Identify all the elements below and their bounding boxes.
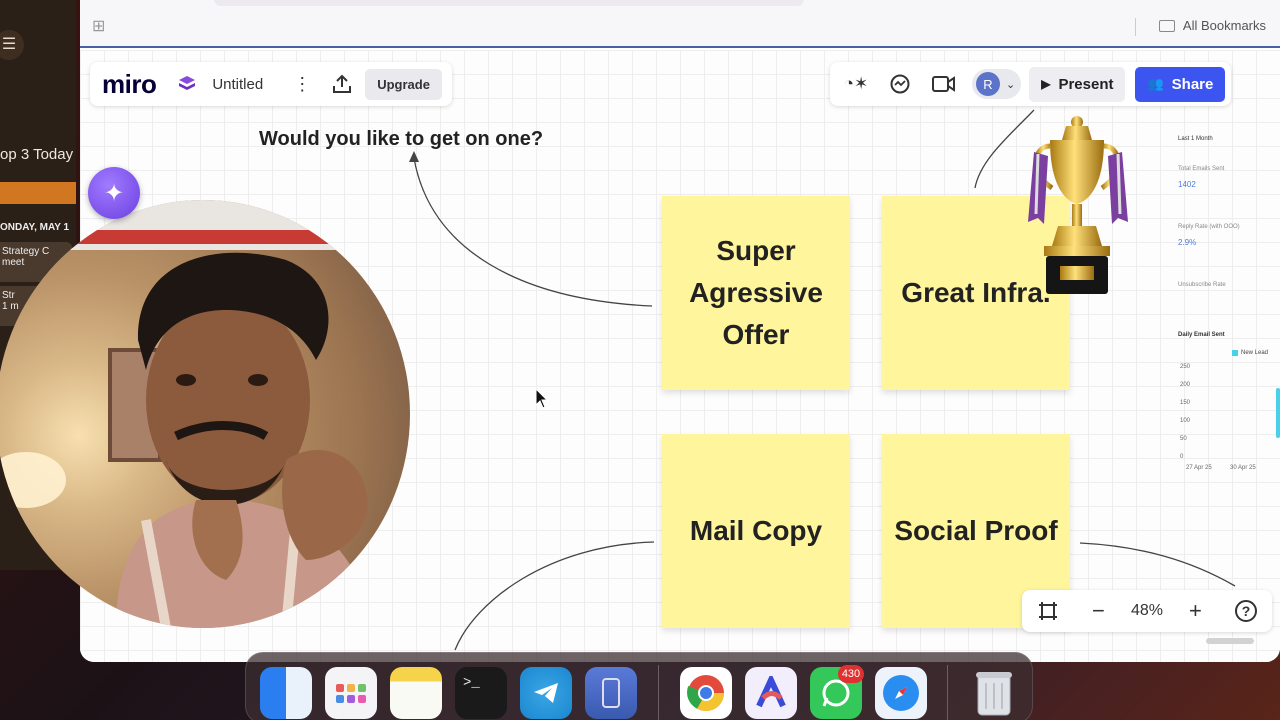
help-icon[interactable]: ? [1228, 594, 1264, 628]
dashboard-scrollbar[interactable] [1276, 388, 1280, 438]
chart-legend: New Lead [1232, 350, 1268, 356]
event-sub: meet [2, 257, 25, 268]
address-bar[interactable] [214, 0, 804, 6]
upgrade-button[interactable]: Upgrade [365, 68, 442, 100]
y-tick: 150 [1180, 400, 1191, 406]
y-tick: 50 [1180, 436, 1187, 442]
x-tick: 27 Apr 25 [1186, 465, 1212, 471]
miro-logo[interactable]: miro [102, 69, 157, 100]
safari-icon[interactable] [875, 667, 927, 719]
trash-icon[interactable] [968, 667, 1020, 719]
y-tick: 100 [1180, 418, 1191, 424]
more-options-icon[interactable]: ⋮ [285, 67, 319, 101]
simulator-icon[interactable] [585, 667, 637, 719]
presenter-video [0, 200, 410, 628]
y-tick: 250 [1180, 364, 1191, 370]
telegram-icon[interactable] [520, 667, 572, 719]
zoom-in-button[interactable]: + [1177, 594, 1213, 628]
dock-divider [947, 665, 948, 720]
collaboration-panel: ◔✶ R ⌄ ▶ Present 👥 Share [830, 62, 1232, 106]
horizontal-scrollbar[interactable] [1206, 638, 1254, 644]
macos-dock: >_ 430 [245, 652, 1033, 720]
launchpad-icon[interactable] [325, 667, 377, 719]
folder-icon [1158, 19, 1175, 32]
event-sub: 1 m [2, 301, 19, 312]
metric-value: 2.9% [1178, 238, 1197, 247]
zoom-out-button[interactable]: − [1080, 594, 1116, 628]
collaborators-dropdown[interactable]: R ⌄ [972, 69, 1022, 99]
zoom-controls: − 48% + ? [1022, 590, 1272, 632]
sparkle-icon: ✦ [103, 179, 125, 207]
metric-card: Reply Rate (with OOO) 2.9% [1172, 220, 1280, 264]
trophy-image[interactable] [1020, 114, 1136, 304]
reactions-icon[interactable]: ◔✶ [836, 67, 876, 101]
ai-assist-button[interactable]: ✦ [88, 167, 140, 219]
sticky-note[interactable]: Super Agressive Offer [662, 196, 850, 390]
terminal-icon[interactable]: >_ [455, 667, 507, 719]
board-question-text[interactable]: Would you like to get on one? [259, 128, 543, 151]
y-tick: 200 [1180, 382, 1191, 388]
comments-icon[interactable] [880, 67, 920, 101]
metric-label: Total Emails Sent [1178, 166, 1225, 172]
present-label: Present [1058, 75, 1114, 93]
share-label: Share [1171, 75, 1214, 93]
webcam-overlay [0, 200, 410, 628]
calendar-heading: op 3 Today [0, 146, 74, 163]
arrowhead [409, 151, 419, 162]
apps-grid-icon[interactable]: ⊞ [92, 16, 105, 36]
finder-icon[interactable] [260, 667, 312, 719]
video-call-icon[interactable] [924, 67, 964, 101]
y-tick: 0 [1180, 454, 1184, 460]
metric-card: Unsubscribe Rate [1172, 278, 1280, 308]
export-icon[interactable] [325, 67, 359, 101]
metric-label: Unsubscribe Rate [1178, 282, 1226, 288]
notification-badge: 430 [838, 665, 864, 683]
chevron-down-icon: ⌄ [1006, 78, 1016, 91]
browser-toolbar: ⊞ All Bookmarks [80, 0, 1280, 48]
connector-bottom-right[interactable] [1079, 542, 1236, 587]
chrome-icon[interactable] [680, 667, 732, 719]
board-icon [179, 76, 196, 90]
dock-divider [658, 665, 659, 720]
fit-to-screen-icon[interactable] [1030, 594, 1066, 628]
board-title[interactable]: Untitled [212, 76, 263, 93]
calendar-highlight-bar [0, 182, 76, 204]
event-title: Strategy C [2, 246, 50, 257]
x-tick: 30 Apr 25 [1230, 465, 1256, 471]
embedded-dashboard-screenshot[interactable]: Last 1 Month Total Emails Sent 1402 Repl… [1172, 128, 1280, 488]
share-button[interactable]: 👥 Share [1135, 66, 1226, 102]
chart-title: Daily Email Sent [1178, 332, 1225, 338]
notes-icon[interactable] [390, 667, 442, 719]
sticky-note[interactable]: Mail Copy [662, 434, 850, 628]
metric-card: Total Emails Sent 1402 [1172, 162, 1280, 206]
users-icon: 👥 [1147, 76, 1164, 91]
connector-bottom-left[interactable] [454, 541, 655, 651]
metric-value: 1402 [1178, 180, 1196, 189]
avatar: R [976, 72, 1000, 96]
menu-icon[interactable]: ☰ [0, 30, 24, 60]
metric-label: Reply Rate (with OOO) [1178, 224, 1240, 230]
all-bookmarks-label: All Bookmarks [1182, 18, 1266, 33]
board-header-panel: miro Untitled ⋮ Upgrade [90, 62, 452, 106]
arc-icon[interactable] [745, 667, 797, 719]
present-button[interactable]: ▶ Present [1029, 66, 1126, 102]
zoom-level[interactable]: 48% [1131, 602, 1163, 620]
event-title: Str [2, 290, 15, 301]
dashboard-filter: Last 1 Month [1178, 136, 1213, 142]
mouse-cursor-icon [535, 388, 549, 409]
toolbar-divider [1135, 18, 1136, 36]
calendar-date: ONDAY, MAY 1 [0, 222, 70, 233]
all-bookmarks-button[interactable]: All Bookmarks [1158, 18, 1266, 33]
svg-text:?: ? [1242, 603, 1251, 619]
connector-to-question[interactable] [413, 157, 653, 307]
play-icon: ▶ [1041, 77, 1051, 91]
legend-label: New Lead [1241, 350, 1269, 356]
